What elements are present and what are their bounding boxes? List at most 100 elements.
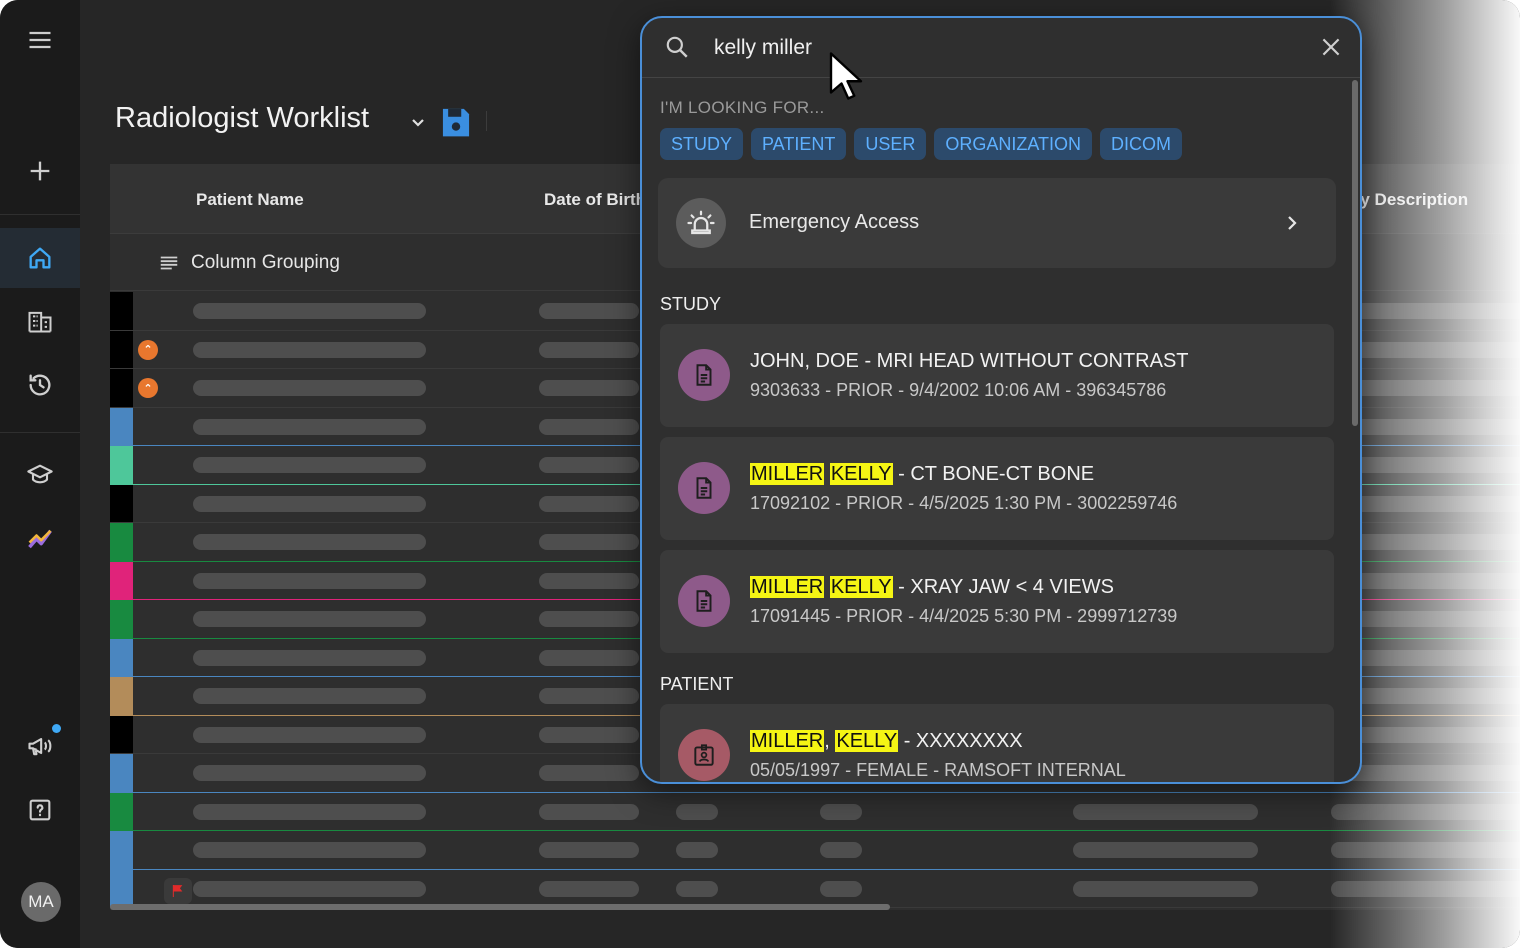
chip-organization[interactable]: ORGANIZATION (934, 128, 1093, 160)
loading-placeholder (539, 726, 639, 743)
column-header-study-description[interactable]: dy Description (1350, 190, 1468, 210)
row-color-indicator (110, 715, 133, 753)
table-row[interactable] (110, 792, 1520, 831)
title-separator (824, 576, 830, 598)
patient-section-label: PATIENT (660, 674, 734, 694)
row-color-indicator (110, 831, 133, 869)
chip-patient[interactable]: PATIENT (751, 128, 847, 160)
loading-placeholder (539, 649, 639, 666)
plus-icon (30, 161, 50, 181)
study-result[interactable]: MILLER KELLY - CT BONE-CT BONE 17092102 … (660, 437, 1334, 540)
loading-placeholder (539, 495, 639, 512)
match-highlight: KELLY (829, 463, 893, 485)
looking-for-label: I'M LOOKING FOR... (660, 98, 825, 117)
column-header-patient-name[interactable]: Patient Name (196, 190, 304, 210)
row-color-indicator (110, 369, 133, 407)
study-result-subtitle: 17091445 - PRIOR - 4/4/2025 5:30 PM - 29… (750, 606, 1178, 626)
vertical-scrollbar[interactable] (1352, 80, 1358, 426)
loading-placeholder (539, 842, 639, 858)
sidebar-item-home[interactable] (0, 228, 80, 288)
sidebar-item-analytics[interactable] (0, 509, 80, 569)
loading-placeholder (193, 457, 426, 473)
flag-icon[interactable] (164, 877, 192, 904)
match-highlight: MILLER (750, 463, 825, 485)
chevron-right-icon (1288, 216, 1297, 230)
loading-placeholder (539, 803, 639, 820)
chip-user[interactable]: USER (854, 128, 927, 160)
loading-placeholder (193, 765, 426, 781)
loading-placeholder (676, 842, 718, 858)
loading-placeholder (539, 880, 639, 897)
loading-placeholder (193, 495, 426, 512)
horizontal-scrollbar[interactable] (110, 904, 890, 910)
add-button[interactable] (0, 141, 80, 201)
priority-icon: ⌃ (138, 339, 158, 360)
title-rest: - XXXXXXXX (898, 730, 1023, 752)
loading-placeholder (539, 688, 639, 704)
priority-icon: ⌃ (138, 378, 158, 398)
column-header-date-of-birth[interactable]: Date of Birth (544, 190, 646, 210)
study-result-title: JOHN, DOE - MRI HEAD WITHOUT CONTRAST (750, 350, 1189, 372)
match-highlight: KELLY (835, 730, 899, 752)
match-highlight: MILLER (750, 730, 825, 752)
sidebar: MA (0, 0, 80, 948)
study-section-label: STUDY (660, 294, 722, 314)
patient-badge-icon (678, 729, 730, 781)
emergency-access-button[interactable]: Emergency Access (658, 178, 1336, 268)
row-color-indicator (110, 484, 133, 522)
search-bar (642, 18, 1360, 78)
table-row[interactable] (110, 869, 1520, 908)
sidebar-item-announcements[interactable] (0, 716, 80, 776)
close-icon[interactable] (1318, 34, 1344, 60)
menu-button[interactable] (0, 10, 80, 70)
mouse-cursor-icon (829, 52, 863, 100)
title-separator: , (824, 730, 836, 752)
loading-placeholder (193, 303, 426, 319)
chevron-down-icon[interactable] (406, 110, 430, 134)
building-icon (28, 311, 52, 333)
loading-placeholder (193, 572, 426, 589)
document-icon (678, 575, 730, 627)
table-row[interactable] (110, 831, 1520, 870)
loading-placeholder (676, 880, 718, 897)
loading-placeholder (193, 842, 426, 858)
loading-placeholder (539, 534, 639, 550)
row-color-indicator (110, 869, 133, 907)
global-search-panel: I'M LOOKING FOR... STUDY PATIENT USER OR… (640, 16, 1362, 784)
chip-dicom[interactable]: DICOM (1100, 128, 1183, 160)
sidebar-item-history[interactable] (0, 355, 80, 415)
loading-placeholder (676, 803, 718, 820)
loading-placeholder (539, 380, 639, 396)
document-icon (678, 349, 730, 401)
header-divider (486, 111, 487, 131)
loading-placeholder (193, 803, 426, 820)
row-color-indicator (110, 446, 133, 484)
loading-placeholder (539, 611, 639, 627)
loading-placeholder (1331, 803, 1520, 820)
chip-study[interactable]: STUDY (660, 128, 744, 160)
avatar[interactable]: MA (21, 882, 61, 922)
loading-placeholder (539, 341, 639, 358)
loading-placeholder (820, 803, 862, 820)
patient-result[interactable]: MILLER, KELLY - XXXXXXXX 05/05/1997 - FE… (660, 704, 1334, 782)
loading-placeholder (193, 380, 426, 396)
megaphone-icon (28, 737, 52, 756)
sidebar-item-teaching[interactable] (0, 445, 80, 505)
study-result[interactable]: MILLER KELLY - XRAY JAW < 4 VIEWS 170914… (660, 550, 1334, 653)
siren-icon (676, 198, 726, 248)
loading-placeholder (193, 649, 426, 666)
sidebar-divider (0, 214, 80, 215)
loading-placeholder (193, 534, 426, 550)
study-result-title: MILLER KELLY - XRAY JAW < 4 VIEWS (750, 576, 1114, 599)
row-color-indicator (110, 561, 133, 599)
emergency-access-label: Emergency Access (749, 211, 920, 233)
loading-placeholder (193, 418, 426, 435)
search-input[interactable] (714, 30, 1274, 66)
sidebar-item-worklist[interactable] (0, 291, 80, 351)
row-color-indicator (110, 407, 133, 445)
sidebar-item-help[interactable] (0, 780, 80, 840)
title-rest: - XRAY JAW < 4 VIEWS (892, 576, 1114, 598)
study-result[interactable]: JOHN, DOE - MRI HEAD WITHOUT CONTRAST 93… (660, 324, 1334, 427)
save-icon[interactable] (440, 105, 472, 139)
history-icon (29, 374, 51, 396)
